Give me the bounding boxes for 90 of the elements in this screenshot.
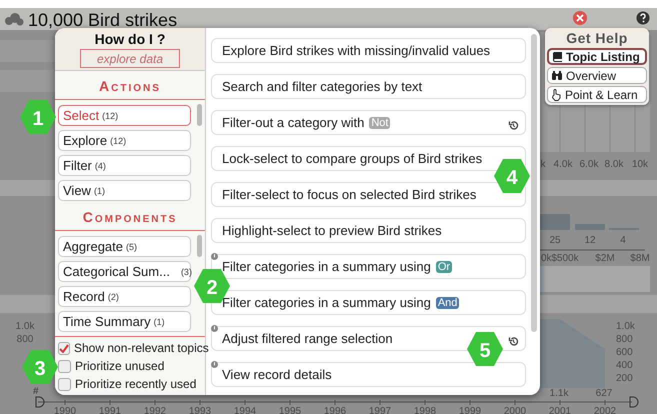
axis-label: $8M [630,253,650,264]
topic-button[interactable]: View record details [211,362,526,387]
axis-label: 200 [616,373,633,384]
section-heading: Components [55,202,205,231]
checkbox[interactable] [58,378,71,390]
topic-category[interactable]: Record (2) [58,286,191,307]
bar-value: 12 [584,235,596,246]
checkbox[interactable] [58,342,70,354]
pointing-hand-icon [551,88,562,100]
numbered-callout: 3 [22,350,58,384]
bar [575,224,605,230]
topic-button[interactable]: Filter-out a category with Not [211,110,526,135]
bar-value: 25 [549,235,561,246]
topic-category[interactable]: Explore (12) [58,130,191,151]
scrollbar[interactable] [197,235,202,257]
data-value: 1.1k [550,388,568,399]
bar-value: 4 [620,235,626,246]
help-mode-button[interactable]: Overview [547,67,647,84]
year-label: 2001 [548,406,572,414]
operator-tag: And [436,296,460,308]
scrollbar[interactable] [531,34,537,332]
axis-label: 8.0k [604,159,624,170]
topic-category[interactable]: Aggregate (5) [58,236,191,257]
range-handle-icon [36,396,44,408]
topic-category[interactable]: Time Summary (1) [58,311,191,332]
topic-button[interactable]: Search and filter categories by text [211,74,526,99]
axis-label: 6.0k [580,159,598,170]
checkbox-label: Prioritize recently used [75,377,196,391]
operator-tag: Not [369,116,390,128]
info-icon [211,361,218,368]
count-symbol: # [33,386,39,397]
year-label: 1993 [188,406,212,414]
axis-label: $500k [551,253,579,264]
section-heading: Actions [55,71,205,100]
scrollbar[interactable] [197,104,202,126]
cloud-icon [5,13,24,26]
dashboard-title: 10,000 Bird strikes [28,10,178,30]
topic-category[interactable]: Filter (4) [58,155,191,176]
checkbox-label: Prioritize unused [75,359,164,373]
axis-label: 800 [616,334,633,345]
axis-label: 1.0k [16,321,34,332]
history-icon [508,120,519,131]
checkbox[interactable] [58,360,71,372]
info-icon [211,325,218,332]
year-label: 1996 [324,406,346,414]
info-icon [211,253,218,260]
year-label: 1997 [368,406,392,414]
year-label: 2000 [504,406,526,414]
range-handle-icon [630,396,638,408]
axis-label: 600 [616,347,633,358]
dialog-title: How do I ? [94,31,166,47]
topic-category[interactable]: Select (12) [58,105,191,126]
axis-label: $2M [595,253,615,264]
search-field[interactable]: explore data [80,49,180,68]
axis-label: 0k [541,253,552,264]
help-mode-button[interactable]: Topic Listing [547,48,647,65]
year-label: 2002 [594,406,616,414]
topic-category[interactable]: Categorical Sum... (3) [58,261,191,282]
axis-label: 800 [16,334,34,345]
panel-title: Get Help [566,30,628,46]
year-label: 1998 [414,406,436,414]
help-icon[interactable] [636,12,650,24]
data-value: 627 [596,388,612,399]
topic-button[interactable]: Explore Bird strikes with missing/invalid values [211,38,526,63]
history-icon [508,336,519,347]
numbered-callout: 5 [467,332,503,366]
axis-label: 400 [616,360,633,371]
checkbox-label: Show non-relevant topics [74,341,209,355]
year-label: 1994 [234,406,256,414]
book-icon [552,51,563,62]
axis-label: 1.0k [616,321,635,332]
close-icon[interactable] [573,11,587,25]
numbered-callout: 4 [494,159,530,193]
bar [540,214,570,230]
numbered-callout: 1 [20,100,56,134]
axis-label: 10k [632,159,648,170]
topic-button[interactable]: Lock-select to compare groups of Bird strikes [211,146,526,171]
year-label: 1990 [54,406,76,414]
topic-button[interactable]: Highlight-select to preview Bird strikes [211,218,526,243]
topic-category[interactable]: View (1) [58,180,191,201]
year-label: 1992 [144,406,166,414]
operator-tag: Or [436,260,452,272]
binoculars-icon [551,70,563,81]
help-mode-button[interactable]: Point & Learn [547,86,647,103]
year-label: 1999 [458,406,482,414]
axis-label: k [540,159,546,170]
topic-button[interactable]: Filter categories in a summary using Or [211,254,526,279]
year-label: 1991 [98,406,122,414]
axis-label: 4.0k [554,159,572,170]
year-label: 1995 [278,406,302,414]
